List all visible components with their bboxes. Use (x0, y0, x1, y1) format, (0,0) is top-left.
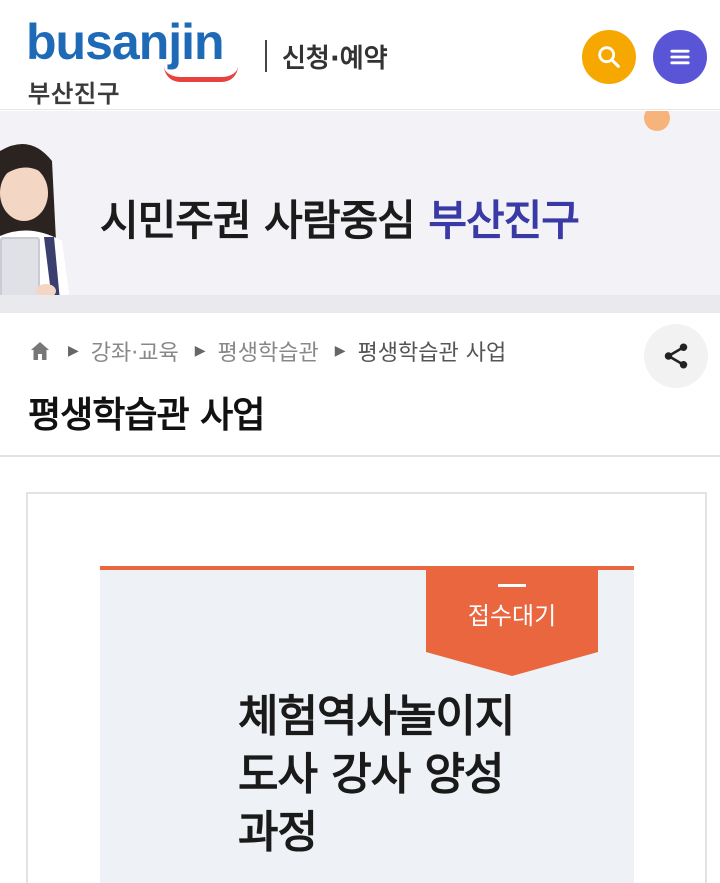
logo-wordmark: busanjin (26, 14, 225, 70)
menu-button[interactable] (653, 30, 707, 84)
slogan-main: 시민주권 사람중심 (100, 196, 429, 245)
section-label[interactable]: 신청·예약 (282, 38, 388, 75)
hero-banner: 시민주권 사람중심 부산진구 (0, 111, 720, 313)
breadcrumb-arrow-icon: ▶ (334, 343, 346, 359)
search-button[interactable] (582, 30, 636, 84)
breadcrumb-item-learning-center[interactable]: 평생학습관 (218, 335, 319, 367)
status-label: 접수대기 (467, 602, 557, 630)
decorative-dot (644, 111, 670, 131)
program-title-line: 도사 강사 양성 (238, 749, 505, 800)
site-header: busanjin 부산진구 신청·예약 (0, 0, 720, 110)
breadcrumb-arrow-icon: ▶ (68, 343, 79, 359)
breadcrumb-item-education[interactable]: 강좌·교육 (91, 335, 179, 367)
search-icon (598, 46, 620, 68)
status-ribbon-bar (498, 584, 526, 587)
program-title-line: 과정 (238, 807, 318, 858)
share-button[interactable] (644, 324, 708, 388)
share-icon (664, 343, 688, 369)
banner-slogan: 시민주권 사람중심 부산진구 (100, 187, 580, 248)
home-icon[interactable] (28, 339, 52, 363)
busanjin-logo[interactable]: busanjin 부산진구 (26, 14, 256, 108)
title-divider (0, 455, 720, 457)
status-badge: 접수대기 (426, 570, 598, 676)
header-divider (265, 40, 267, 72)
breadcrumb-arrow-icon: ▶ (194, 343, 206, 359)
hamburger-menu-icon (670, 49, 690, 65)
child-with-laptop-illustration (0, 143, 70, 303)
logo-subtext: 부산진구 (28, 80, 121, 108)
program-title[interactable]: 체험역사놀이지 도사 강사 양성 과정 (238, 688, 578, 862)
banner-floor (0, 295, 720, 313)
breadcrumb: ▶ 강좌·교육 ▶ 평생학습관 ▶ 평생학습관 사업 (28, 336, 506, 366)
page-title: 평생학습관 사업 (28, 395, 265, 436)
breadcrumb-item-current[interactable]: 평생학습관 사업 (358, 335, 507, 367)
slogan-accent: 부산진구 (428, 196, 580, 245)
logo-smile-mark (164, 66, 238, 82)
program-title-line: 체험역사놀이지 (238, 691, 515, 742)
